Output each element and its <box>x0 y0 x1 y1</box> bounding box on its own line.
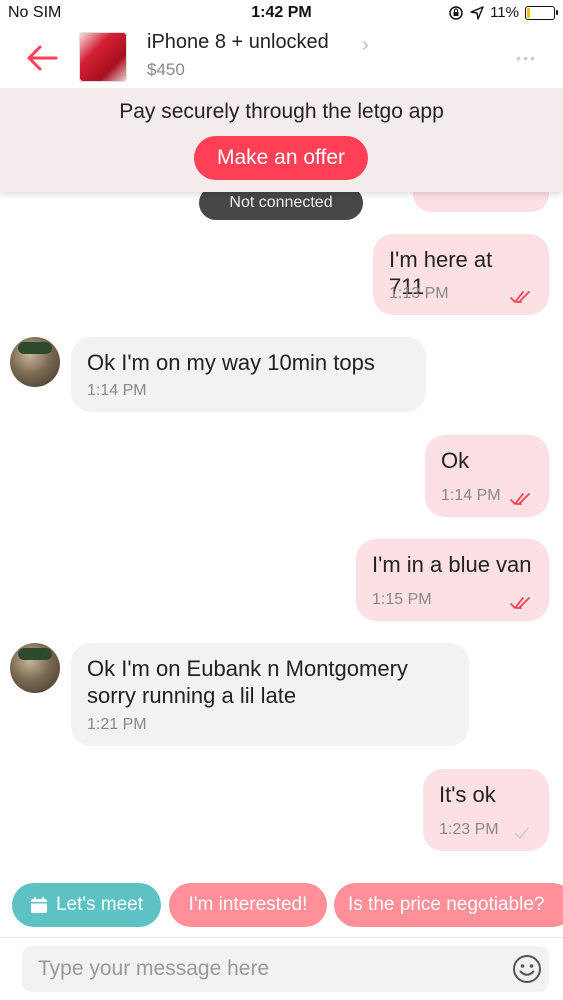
message-bubble-outgoing[interactable]: Ok 1:14 PM <box>425 435 549 517</box>
double-check-read-icon <box>510 597 530 609</box>
message-time: 1:13 PM <box>389 285 449 302</box>
make-offer-button[interactable]: Make an offer <box>194 136 368 180</box>
double-check-read-icon <box>510 291 530 303</box>
product-thumbnail[interactable] <box>79 32 127 82</box>
more-options-icon[interactable]: ••• <box>516 50 537 66</box>
message-bubble-incoming[interactable]: Ok I'm on Eubank n Montgomery sorry runn… <box>71 643 469 746</box>
back-button[interactable] <box>22 38 62 78</box>
message-text: I'm in a blue van <box>372 552 532 577</box>
calendar-icon <box>30 897 47 913</box>
im-interested-chip[interactable]: I'm interested! <box>169 883 327 927</box>
message-time: 1:21 PM <box>87 716 147 733</box>
composer <box>22 946 549 992</box>
message-text: It's ok <box>439 782 496 807</box>
chevron-right-icon[interactable]: › <box>362 34 369 57</box>
message-time: 1:14 PM <box>87 382 147 399</box>
message-text: Ok I'm on Eubank n Montgomery sorry runn… <box>87 656 408 708</box>
chip-label: Let's meet <box>55 894 144 915</box>
smiley-icon[interactable] <box>511 953 543 985</box>
arrow-left-icon <box>27 45 58 71</box>
status-right: 11% <box>448 4 558 21</box>
battery-fill <box>527 7 531 18</box>
check-sent-icon <box>515 827 529 839</box>
double-check-read-icon <box>510 493 530 505</box>
message-input[interactable] <box>22 946 502 992</box>
battery-icon <box>525 5 558 20</box>
previous-message-bubble <box>413 192 549 212</box>
product-title[interactable]: iPhone 8 + unlocked <box>147 31 329 54</box>
message-bubble-incoming[interactable]: Ok I'm on my way 10min tops 1:14 PM <box>71 337 426 412</box>
status-bar: No SIM 1:42 PM 11% <box>0 0 563 28</box>
message-text: Ok I'm on my way 10min tops <box>87 350 375 375</box>
message-time: 1:23 PM <box>439 821 499 838</box>
message-bubble-outgoing[interactable]: I'm here at 711 1:13 PM <box>373 234 549 315</box>
message-time: 1:15 PM <box>372 591 432 608</box>
pay-securely-banner: Pay securely through the letgo app Make … <box>0 88 563 192</box>
connection-status-toast: Not connected <box>199 192 363 220</box>
lock-rotation-icon <box>449 5 463 20</box>
composer-divider <box>0 937 563 938</box>
message-time: 1:14 PM <box>441 487 501 504</box>
message-text: Ok <box>441 448 470 473</box>
lets-meet-chip[interactable]: Let's meet <box>12 883 161 927</box>
message-list[interactable]: Not connected I'm here at 711 1:13 PM Ok… <box>0 192 563 882</box>
banner-text: Pay securely through the letgo app <box>119 100 444 123</box>
product-price: $450 <box>147 60 185 79</box>
quick-replies: Let's meet I'm interested! Is the price … <box>0 883 563 929</box>
location-arrow-icon <box>470 5 484 20</box>
avatar[interactable] <box>10 337 60 387</box>
battery-percent: 11% <box>490 4 519 21</box>
avatar[interactable] <box>10 643 60 693</box>
message-bubble-outgoing[interactable]: I'm in a blue van 1:15 PM <box>356 539 549 621</box>
chat-header: iPhone 8 + unlocked › $450 ••• <box>0 28 563 88</box>
message-bubble-outgoing[interactable]: It's ok 1:23 PM <box>423 769 549 851</box>
price-negotiable-chip[interactable]: Is the price negotiable? <box>334 883 563 927</box>
